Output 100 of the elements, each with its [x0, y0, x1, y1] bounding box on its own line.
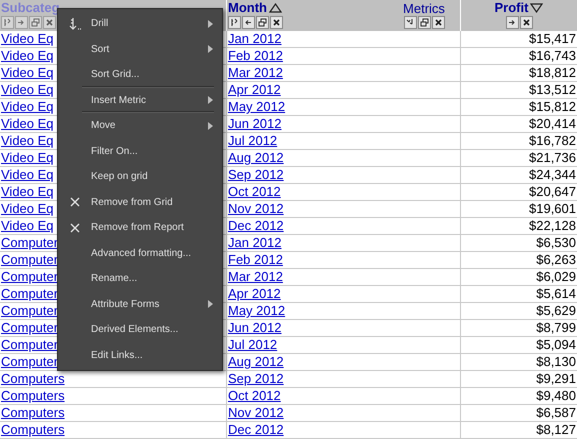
- month-link[interactable]: Jan 2012: [228, 235, 282, 250]
- close-icon[interactable]: [520, 16, 532, 29]
- subcategory-link[interactable]: Video Eq: [1, 99, 54, 114]
- menu-item[interactable]: Filter On...: [58, 138, 222, 164]
- month-link[interactable]: Oct 2012: [228, 184, 281, 199]
- subcategory-link[interactable]: Video Eq: [1, 133, 54, 148]
- profit-value: $20,647: [529, 184, 576, 199]
- subcategory-link[interactable]: Computer: [1, 337, 58, 352]
- close-icon[interactable]: [432, 16, 444, 29]
- subcategory-link[interactable]: Video Eq: [1, 150, 54, 165]
- month-link[interactable]: Nov 2012: [228, 201, 284, 216]
- menu-item[interactable]: Sort Grid...: [58, 62, 222, 88]
- close-icon: [70, 222, 80, 233]
- window-icon[interactable]: [418, 16, 430, 29]
- subcategory-link[interactable]: Video Eq: [1, 184, 54, 199]
- submenu-arrow-icon: [208, 96, 213, 104]
- month-link[interactable]: Mar 2012: [228, 269, 283, 284]
- month-link[interactable]: Jun 2012: [228, 320, 282, 335]
- profit-value: $6,029: [536, 269, 576, 284]
- drill-icon: [68, 16, 82, 31]
- subcategory-link[interactable]: Video Eq: [1, 201, 54, 216]
- menu-item[interactable]: Keep on grid: [58, 164, 222, 190]
- profit-value: $16,782: [529, 133, 576, 148]
- profit-value: $16,743: [529, 48, 576, 63]
- profit-value: $9,291: [536, 371, 576, 386]
- profit-value: $15,812: [529, 99, 576, 114]
- sort-descending-icon[interactable]: [530, 2, 544, 12]
- month-link[interactable]: Aug 2012: [228, 354, 284, 369]
- month-link[interactable]: Apr 2012: [228, 82, 281, 97]
- subcategory-link[interactable]: Video Eq: [1, 218, 54, 233]
- menu-item[interactable]: Move: [58, 113, 222, 138]
- subcategory-link[interactable]: Video Eq: [1, 65, 54, 80]
- subcategory-link[interactable]: Video Eq: [1, 31, 54, 46]
- subcategory-link[interactable]: Video Eq: [1, 48, 54, 63]
- profit-value: $22,128: [529, 218, 576, 233]
- subcategory-link[interactable]: Computers: [1, 405, 65, 420]
- sort-ascending-icon[interactable]: [268, 2, 282, 12]
- subcategory-link[interactable]: Computer: [1, 269, 58, 284]
- subcategory-link[interactable]: Computers: [1, 388, 65, 403]
- month-link[interactable]: Feb 2012: [228, 48, 283, 63]
- profit-value: $20,414: [529, 116, 576, 131]
- window-icon[interactable]: [256, 16, 269, 29]
- profit-value: $5,094: [536, 337, 576, 352]
- month-link[interactable]: Jul 2012: [228, 133, 278, 148]
- profit-value: $5,629: [536, 303, 576, 318]
- pivot-icon[interactable]: [228, 16, 241, 29]
- subcategory-link[interactable]: Computer: [1, 235, 58, 250]
- month-link[interactable]: Oct 2012: [228, 388, 281, 403]
- profit-value: $8,127: [536, 422, 576, 437]
- month-link[interactable]: Apr 2012: [228, 286, 281, 301]
- column-header[interactable]: Profit: [494, 0, 528, 15]
- menu-item[interactable]: Remove from Grid: [58, 190, 222, 215]
- menu-item[interactable]: Sort: [58, 36, 222, 62]
- subcategory-link[interactable]: Video Eq: [1, 82, 54, 97]
- profit-value: $5,614: [536, 286, 576, 301]
- subcategory-link[interactable]: Computer: [1, 320, 58, 335]
- month-link[interactable]: Jul 2012: [228, 337, 278, 352]
- column-header[interactable]: Month: [228, 0, 267, 15]
- profit-value: $13,512: [529, 82, 576, 97]
- submenu-arrow-icon: [208, 122, 213, 130]
- month-link[interactable]: May 2012: [228, 99, 286, 114]
- submenu-arrow-icon: [208, 45, 213, 54]
- subcategory-link[interactable]: Computers: [1, 422, 65, 437]
- pivot-icon[interactable]: [404, 16, 416, 29]
- profit-value: $19,601: [529, 201, 576, 216]
- subcategory-link[interactable]: Video Eq: [1, 167, 54, 182]
- submenu-arrow-icon: [208, 20, 213, 28]
- month-link[interactable]: Jan 2012: [228, 31, 282, 46]
- menu-item[interactable]: Attribute Forms: [58, 292, 222, 317]
- profit-value: $8,130: [536, 354, 576, 369]
- menu-item[interactable]: Edit Links...: [58, 342, 222, 368]
- submenu-arrow-icon: [208, 300, 213, 308]
- menu-item[interactable]: Rename...: [58, 266, 222, 292]
- month-link[interactable]: Dec 2012: [228, 422, 284, 437]
- menu-item[interactable]: Advanced formatting...: [58, 240, 222, 266]
- profit-value: $6,263: [536, 252, 576, 267]
- month-link[interactable]: Jun 2012: [228, 116, 282, 131]
- month-link[interactable]: Mar 2012: [228, 65, 283, 80]
- month-link[interactable]: May 2012: [228, 303, 286, 318]
- month-link[interactable]: Feb 2012: [228, 252, 283, 267]
- month-link[interactable]: Sep 2012: [228, 167, 284, 182]
- close-icon: [70, 197, 80, 208]
- profit-value: $6,587: [536, 405, 576, 420]
- profit-value: $18,812: [529, 65, 576, 80]
- month-link[interactable]: Dec 2012: [228, 218, 284, 233]
- subcategory-link[interactable]: Computers: [1, 371, 65, 386]
- menu-item[interactable]: Derived Elements...: [58, 317, 222, 342]
- month-link[interactable]: Aug 2012: [228, 150, 284, 165]
- subcategory-link[interactable]: Computer: [1, 286, 58, 301]
- close-icon[interactable]: [270, 16, 283, 29]
- month-link[interactable]: Nov 2012: [228, 405, 284, 420]
- menu-item[interactable]: Insert Metric: [58, 88, 222, 113]
- subcategory-link[interactable]: Video Eq: [1, 116, 54, 131]
- subcategory-link[interactable]: Computer: [1, 354, 58, 369]
- subcategory-link[interactable]: Computer: [1, 303, 58, 318]
- profit-value: $15,417: [529, 31, 576, 46]
- menu-item[interactable]: Remove from Report: [58, 215, 222, 240]
- month-link[interactable]: Sep 2012: [228, 371, 284, 386]
- subcategory-link[interactable]: Computer: [1, 252, 58, 267]
- menu-item[interactable]: Drill: [58, 11, 222, 36]
